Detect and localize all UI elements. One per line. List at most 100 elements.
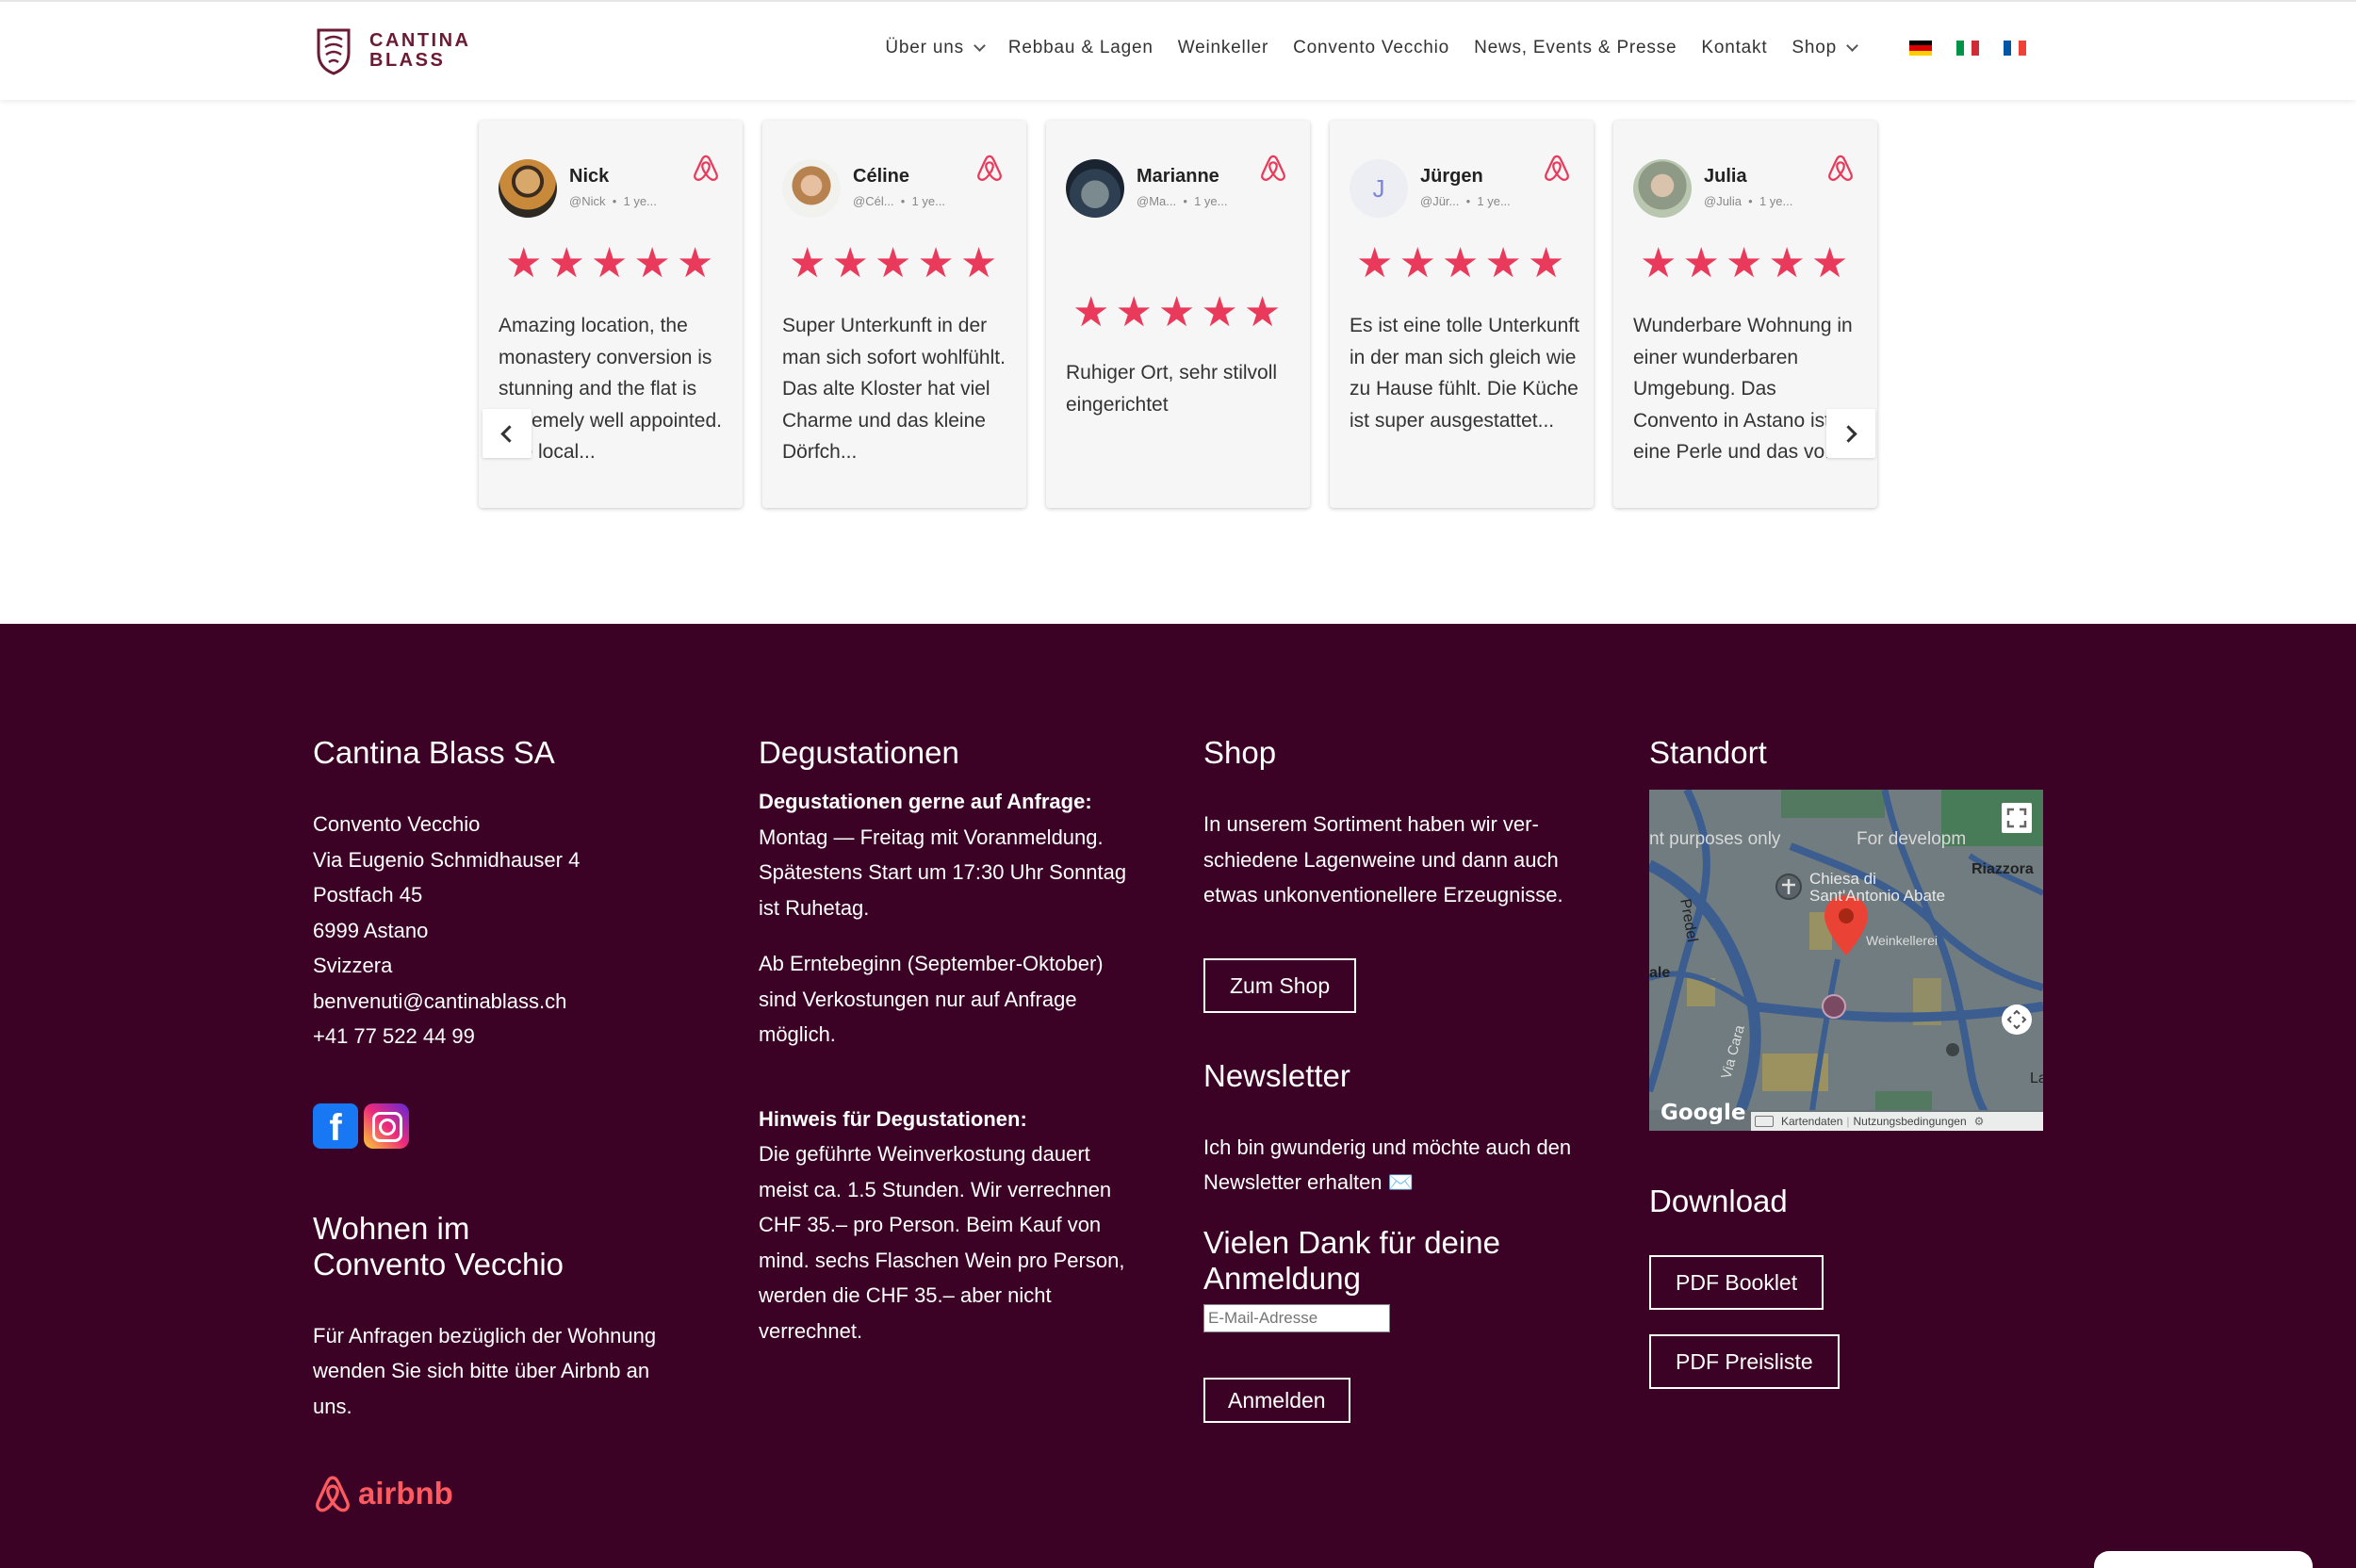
star-icon: ★	[1810, 239, 1849, 287]
newsletter-form	[1203, 1303, 1580, 1332]
airbnb-icon[interactable]	[1259, 153, 1287, 183]
floating-widget-tab[interactable]	[2094, 1551, 2313, 1568]
airbnb-icon[interactable]	[692, 153, 720, 183]
nav-item-news[interactable]: News, Events & Presse	[1474, 38, 1677, 58]
map-road-label: Riazzora	[1972, 861, 2034, 877]
star-icon: ★	[1201, 288, 1238, 336]
degustationen-hours: Montag — Freitag mit Voranmeldung. Späte…	[759, 825, 1127, 920]
shop-button-wrap: Zum Shop	[1203, 957, 1580, 1013]
footer-standort-column: Standort nt purposes only For developm R…	[1649, 735, 2043, 1389]
newsletter-title: Newsletter	[1203, 1057, 1350, 1093]
reviewer-handle: @Nick	[569, 194, 606, 208]
airbnb-link[interactable]: airbnb	[313, 1473, 690, 1514]
review-card[interactable]: Marianne @Ma... • 1 ye... ★ ★ ★ ★ ★ Ruhiger …	[1046, 121, 1310, 508]
star-icon: ★	[590, 239, 629, 287]
map-place-line: Chiesa di	[1809, 870, 1876, 888]
nav-label: News, Events & Presse	[1474, 38, 1677, 57]
address-line: Convento Vecchio	[313, 812, 481, 836]
review-card[interactable]: Céline @Cél... • 1 ye... ★ ★ ★ ★ ★ Super Unt…	[762, 121, 1026, 508]
star-icon: ★	[505, 239, 543, 287]
shield-logo-icon	[317, 28, 351, 75]
degustationen-subtitle: Degustationen gerne auf Anfrage:	[759, 790, 1092, 813]
avatar	[499, 159, 557, 218]
star-icon: ★	[633, 239, 671, 287]
star-icon: ★	[917, 239, 955, 287]
airbnb-icon[interactable]	[1826, 153, 1855, 183]
map-road-label: La	[2030, 1070, 2043, 1086]
address-line: Postfach 45	[313, 883, 423, 906]
star-icon: ★	[1399, 239, 1436, 287]
email-field[interactable]	[1203, 1303, 1390, 1332]
map-fullscreen-button[interactable]	[2002, 803, 2032, 833]
airbnb-icon	[316, 1476, 350, 1512]
review-text: Ruhiger Ort, sehr stilvoll eingerichtet	[1066, 362, 1278, 416]
newsletter-text: Ich bin gwunderig und möchte auch den Ne…	[1203, 1135, 1572, 1195]
phone-link[interactable]: +41 77 522 44 99	[313, 1019, 690, 1054]
site-logo[interactable]: CANTINA BLASS	[315, 26, 471, 75]
map-terms-link[interactable]: Nutzungsbedingungen	[1854, 1115, 1967, 1128]
review-text: Es ist eine tolle Unterkunft in der man …	[1350, 315, 1579, 432]
review-card[interactable]: J Jürgen @Jür... • 1 ye... ★ ★ ★ ★ ★ Es ist …	[1330, 121, 1594, 508]
map-watermark-right: For developm	[1857, 829, 1967, 849]
reviewer-name: Marianne	[1137, 166, 1219, 187]
nav-item-rebbau[interactable]: Rebbau & Lagen	[1008, 38, 1153, 58]
reviewer-name: Céline	[853, 166, 910, 187]
star-icon: ★	[1356, 239, 1394, 287]
map-poi-label: Weinkellerei	[1866, 933, 1938, 948]
nav-label: Weinkeller	[1177, 38, 1269, 57]
map-data-link[interactable]: Kartendaten	[1781, 1115, 1842, 1128]
review-text: Super Unterkunft in der man sich sofort …	[782, 315, 1006, 463]
nav-item-kontakt[interactable]: Kontakt	[1701, 38, 1767, 58]
pdf-preisliste-button[interactable]: PDF Preisliste	[1649, 1334, 1840, 1389]
carousel-next-button[interactable]	[1826, 409, 1875, 458]
rating-stars: ★ ★ ★ ★ ★	[1640, 243, 1854, 285]
newsletter-thanks-line: Vielen Dank für deine	[1203, 1224, 1500, 1260]
map-place-label: Chiesa di Sant'Antonio Abate	[1809, 871, 1945, 905]
nav-item-ueber-uns[interactable]: Über uns	[885, 38, 986, 58]
email-link[interactable]: benvenuti@cantinablass.ch	[313, 984, 690, 1020]
airbnb-label: airbnb	[358, 1476, 453, 1511]
airbnb-icon[interactable]	[975, 153, 1004, 183]
zum-shop-button[interactable]: Zum Shop	[1203, 957, 1357, 1013]
settings-icon[interactable]: ⚙	[1974, 1115, 1985, 1128]
flag-de-icon[interactable]	[1909, 41, 1932, 56]
star-icon: ★	[874, 239, 912, 287]
degustationen-hint-title: Hinweis für Degustationen:	[759, 1106, 1027, 1131]
wohnen-text: Für Anfragen bezüglich der Wohnung wende…	[313, 1323, 657, 1418]
wohnen-title: Wohnen im Convento Vecchio	[313, 1211, 690, 1282]
anmelden-button[interactable]: Anmelden	[1203, 1377, 1350, 1423]
reviewer-name: Nick	[569, 166, 610, 187]
flag-fr-icon[interactable]	[2004, 41, 2026, 56]
social-links: f	[313, 1102, 690, 1149]
airbnb-icon[interactable]	[1543, 153, 1571, 183]
star-icon: ★	[1725, 239, 1763, 287]
map-road-label: ale	[1649, 965, 1671, 981]
download-preisliste-wrap: PDF Preisliste	[1649, 1334, 2043, 1389]
star-icon: ★	[1115, 288, 1153, 336]
instagram-icon[interactable]	[364, 1102, 409, 1149]
nav-item-shop[interactable]: Shop	[1792, 38, 1858, 58]
flag-it-icon[interactable]	[1956, 41, 1979, 56]
carousel-prev-button[interactable]	[483, 409, 532, 458]
nav-item-weinkeller[interactable]: Weinkeller	[1178, 38, 1268, 58]
star-icon: ★	[1441, 239, 1480, 287]
shop-text: In unserem Sortiment haben wir ver­schie…	[1203, 812, 1563, 906]
pdf-booklet-button[interactable]: PDF Booklet	[1649, 1255, 1824, 1310]
reviewer-handle: @Ma...	[1137, 194, 1177, 208]
nav-item-convento[interactable]: Convento Vecchio	[1293, 38, 1449, 58]
map-pan-control[interactable]	[2002, 1004, 2032, 1035]
review-meta: @Nick • 1 ye...	[569, 194, 657, 208]
facebook-icon[interactable]: f	[313, 1102, 358, 1149]
logo-line-1: CANTINA	[369, 30, 471, 51]
location-map[interactable]: nt purposes only For developm Riazzora C…	[1649, 790, 2043, 1131]
wohnen-title-line: Wohnen im	[313, 1210, 470, 1246]
star-icon: ★	[1072, 288, 1110, 336]
footer-shop-column: Shop In unserem Sortiment haben wir ver­…	[1203, 735, 1580, 1423]
avatar	[782, 159, 841, 218]
review-meta: @Ma... • 1 ye...	[1137, 194, 1228, 208]
review-text: Amazing location, the monastery conversi…	[499, 315, 722, 463]
star-icon: ★	[1768, 239, 1806, 287]
keyboard-icon[interactable]	[1755, 1116, 1774, 1127]
address-line: 6999 Astano	[313, 918, 429, 942]
rating-stars: ★ ★ ★ ★ ★	[1072, 292, 1286, 334]
